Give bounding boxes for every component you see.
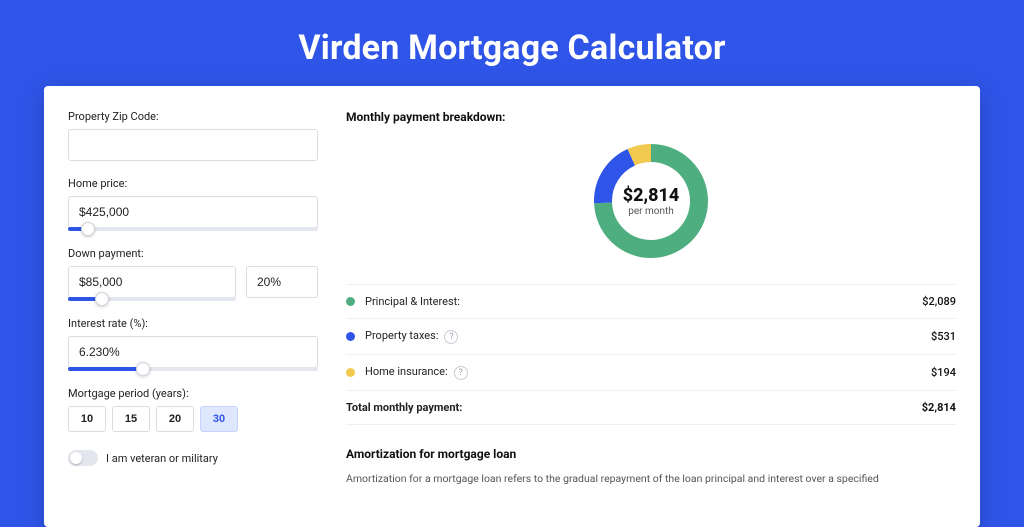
legend-name: Property taxes:?: [365, 329, 931, 344]
period-label: Mortgage period (years):: [68, 387, 318, 400]
price-label: Home price:: [68, 177, 318, 190]
down-field: Down payment:: [68, 247, 318, 301]
down-label: Down payment:: [68, 247, 318, 260]
price-input[interactable]: [68, 196, 318, 228]
page-header: Virden Mortgage Calculator: [0, 0, 1024, 86]
legend-name: Principal & Interest:: [365, 295, 922, 308]
zip-field: Property Zip Code:: [68, 110, 318, 161]
toggle-knob-icon: [70, 452, 82, 464]
breakdown-title: Monthly payment breakdown:: [346, 110, 956, 124]
amortization-body: Amortization for a mortgage loan refers …: [346, 471, 956, 487]
veteran-field: I am veteran or military: [68, 450, 318, 466]
help-icon[interactable]: ?: [454, 366, 468, 380]
legend-value: $194: [931, 366, 956, 379]
rate-field: Interest rate (%):: [68, 317, 318, 371]
zip-input[interactable]: [68, 129, 318, 161]
period-options: 10152030: [68, 406, 318, 432]
legend-dot-icon: [346, 368, 355, 377]
help-icon[interactable]: ?: [444, 330, 458, 344]
legend-total-row: Total monthly payment:$2,814: [346, 391, 956, 425]
breakdown-column: Monthly payment breakdown: $2,814 per mo…: [346, 110, 956, 487]
legend-row: Home insurance:?$194: [346, 355, 956, 391]
zip-label: Property Zip Code:: [68, 110, 318, 123]
legend-value: $2,089: [922, 295, 956, 308]
rate-label: Interest rate (%):: [68, 317, 318, 330]
form-column: Property Zip Code: Home price: Down paym…: [68, 110, 318, 487]
legend: Principal & Interest:$2,089Property taxe…: [346, 284, 956, 425]
donut-center: $2,814 per month: [586, 136, 716, 266]
veteran-label: I am veteran or military: [106, 452, 218, 465]
total-label: Total monthly payment:: [346, 401, 922, 414]
legend-value: $531: [931, 330, 956, 343]
legend-dot-icon: [346, 297, 355, 306]
rate-input[interactable]: [68, 336, 318, 368]
down-slider[interactable]: [68, 297, 236, 301]
donut-sub: per month: [628, 206, 674, 217]
period-option-15[interactable]: 15: [112, 406, 150, 432]
price-slider[interactable]: [68, 227, 318, 231]
donut-value: $2,814: [623, 185, 680, 206]
amortization-title: Amortization for mortgage loan: [346, 447, 956, 461]
donut-chart: $2,814 per month: [346, 136, 956, 266]
page-title: Virden Mortgage Calculator: [0, 28, 1024, 68]
total-value: $2,814: [922, 401, 956, 414]
period-option-10[interactable]: 10: [68, 406, 106, 432]
legend-row: Principal & Interest:$2,089: [346, 285, 956, 319]
calculator-card: Property Zip Code: Home price: Down paym…: [44, 86, 980, 527]
period-option-30[interactable]: 30: [200, 406, 238, 432]
legend-dot-icon: [346, 332, 355, 341]
legend-row: Property taxes:?$531: [346, 319, 956, 355]
period-option-20[interactable]: 20: [156, 406, 194, 432]
down-pct-input[interactable]: [246, 266, 318, 298]
price-field: Home price:: [68, 177, 318, 231]
rate-slider[interactable]: [68, 367, 318, 371]
down-input[interactable]: [68, 266, 236, 298]
period-field: Mortgage period (years): 10152030: [68, 387, 318, 432]
amortization-section: Amortization for mortgage loan Amortizat…: [346, 447, 956, 487]
veteran-toggle[interactable]: [68, 450, 98, 466]
legend-name: Home insurance:?: [365, 365, 931, 380]
